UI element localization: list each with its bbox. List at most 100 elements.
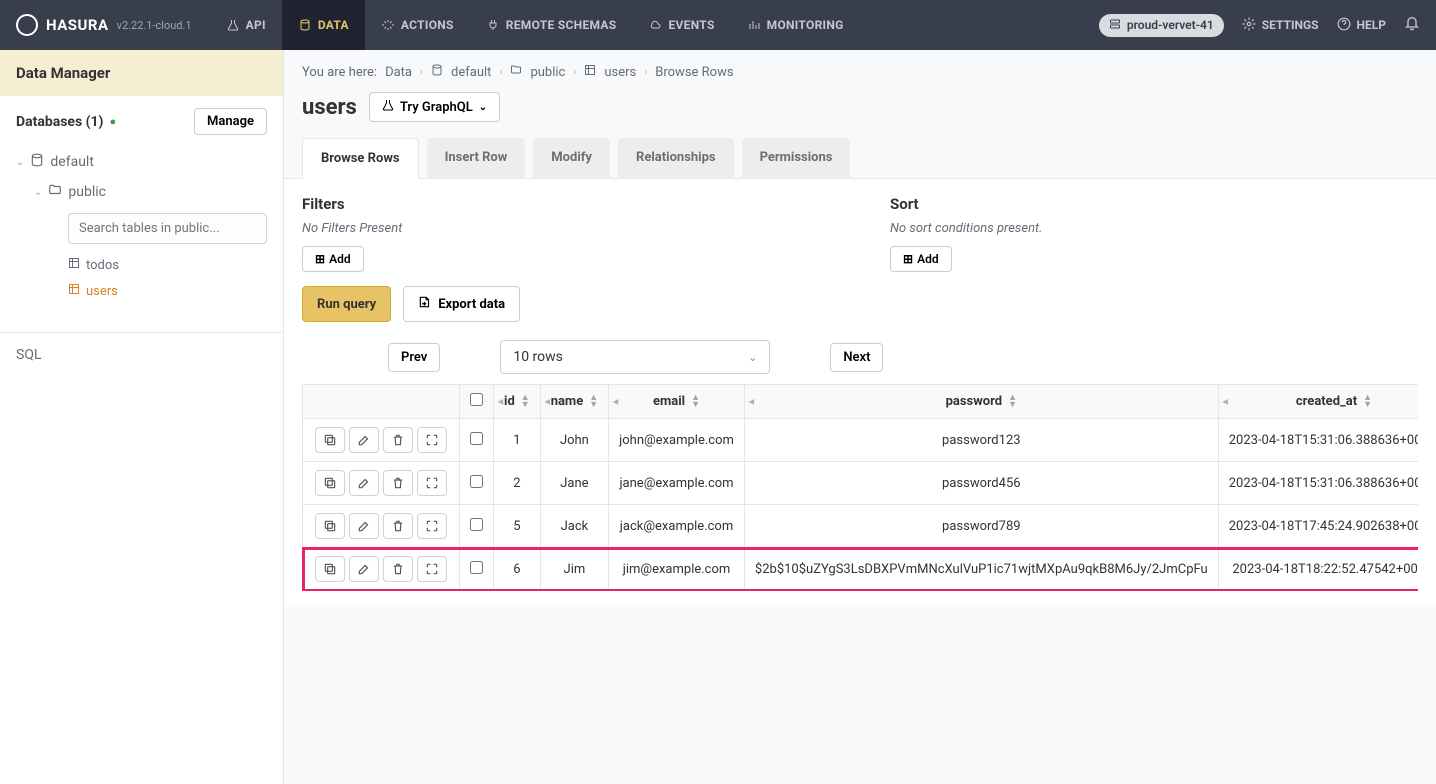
clone-button[interactable] <box>315 556 345 582</box>
content-tabs: Browse Rows Insert Row Modify Relationsh… <box>284 138 1436 179</box>
project-badge[interactable]: proud-vervet-41 <box>1099 14 1224 37</box>
crumb-users[interactable]: users <box>604 65 636 80</box>
data-table: ◂id▲▼ ◂name▲▼ ◂email▲▼ ◂password▲▼ ◂crea… <box>302 384 1418 591</box>
table-icon <box>68 257 80 273</box>
chevron-right-icon: › <box>499 67 502 78</box>
clone-button[interactable] <box>315 470 345 496</box>
nav-api[interactable]: API <box>210 0 282 50</box>
nav-settings[interactable]: SETTINGS <box>1242 17 1319 34</box>
col-password[interactable]: ◂password▲▼ <box>744 385 1218 419</box>
tab-browse-rows[interactable]: Browse Rows <box>302 138 419 179</box>
nav-monitoring[interactable]: MONITORING <box>731 0 860 50</box>
cell-email: jim@example.com <box>609 548 745 591</box>
sparkle-icon <box>381 18 395 32</box>
plug-icon <box>486 18 500 32</box>
nav-remote-schemas[interactable]: REMOTE SCHEMAS <box>470 0 633 50</box>
expand-button[interactable] <box>417 470 447 496</box>
sort-icon[interactable]: ▲▼ <box>691 395 700 408</box>
select-all-checkbox[interactable] <box>470 393 483 406</box>
edit-button[interactable] <box>349 556 379 582</box>
sort-empty: No sort conditions present. <box>890 221 1418 236</box>
chevron-right-icon: › <box>644 67 647 78</box>
tab-modify[interactable]: Modify <box>533 138 610 179</box>
row-checkbox[interactable] <box>470 561 483 574</box>
table-item-todos[interactable]: todos <box>68 252 267 278</box>
trash-button[interactable] <box>383 427 413 453</box>
tree-database-default[interactable]: ⌄ default <box>16 147 267 177</box>
cell-name: John <box>540 419 608 462</box>
trash-button[interactable] <box>383 470 413 496</box>
col-id[interactable]: ◂id▲▼ <box>494 385 541 419</box>
try-graphql-button[interactable]: Try GraphQL ⌄ <box>369 92 500 122</box>
sort-panel: Sort No sort conditions present. ⊞ Add <box>890 195 1418 272</box>
crumb-default[interactable]: default <box>451 65 491 80</box>
tab-permissions[interactable]: Permissions <box>742 138 851 179</box>
crumb-public[interactable]: public <box>530 65 565 80</box>
cell-id: 2 <box>494 462 541 505</box>
drag-icon[interactable]: ◂ <box>613 396 618 407</box>
nav-right: proud-vervet-41 SETTINGS HELP <box>1099 14 1420 37</box>
tab-relationships[interactable]: Relationships <box>618 138 734 179</box>
drag-icon[interactable]: ◂ <box>498 396 503 407</box>
run-query-button[interactable]: Run query <box>302 286 391 322</box>
col-created-at[interactable]: ◂created_at▲▼ <box>1218 385 1418 419</box>
chevron-right-icon: › <box>420 67 423 78</box>
col-name[interactable]: ◂name▲▼ <box>540 385 608 419</box>
rows-per-page-select[interactable]: 10 rows ⌄ <box>500 340 770 374</box>
crumb-browse: Browse Rows <box>655 65 733 80</box>
add-sort-button[interactable]: ⊞ Add <box>890 246 952 272</box>
trash-button[interactable] <box>383 513 413 539</box>
sort-icon[interactable]: ▲▼ <box>1008 395 1017 408</box>
drag-icon[interactable]: ◂ <box>1223 396 1228 407</box>
manage-button[interactable]: Manage <box>194 108 267 135</box>
row-checkbox[interactable] <box>470 432 483 445</box>
edit-button[interactable] <box>349 513 379 539</box>
cell-email: john@example.com <box>609 419 745 462</box>
hasura-icon <box>16 14 38 36</box>
drag-icon[interactable]: ◂ <box>749 396 754 407</box>
cell-email: jane@example.com <box>609 462 745 505</box>
search-tables-input[interactable] <box>68 213 267 244</box>
edit-button[interactable] <box>349 427 379 453</box>
tab-insert-row[interactable]: Insert Row <box>427 138 526 179</box>
crumb-data[interactable]: Data <box>385 65 412 80</box>
tree-schema-public[interactable]: ⌄ public <box>34 177 267 207</box>
cell-password: password123 <box>744 419 1218 462</box>
cloud-icon <box>648 18 662 32</box>
plus-icon: ⊞ <box>903 252 913 266</box>
clone-button[interactable] <box>315 427 345 453</box>
nav-data[interactable]: DATA <box>282 0 365 50</box>
trash-button[interactable] <box>383 556 413 582</box>
bell-icon[interactable] <box>1404 15 1420 35</box>
table-item-users[interactable]: users <box>68 278 267 304</box>
add-filter-button[interactable]: ⊞ Add <box>302 246 364 272</box>
content: You are here: Data › default › public › … <box>284 50 1436 784</box>
nav-events[interactable]: EVENTS <box>632 0 730 50</box>
expand-button[interactable] <box>417 427 447 453</box>
breadcrumb: You are here: Data › default › public › … <box>284 50 1436 80</box>
edit-button[interactable] <box>349 470 379 496</box>
prev-button[interactable]: Prev <box>388 343 440 372</box>
clone-button[interactable] <box>315 513 345 539</box>
drag-icon[interactable]: ◂ <box>545 396 550 407</box>
nav-actions[interactable]: ACTIONS <box>365 0 470 50</box>
cell-password: $2b$10$uZYgS3LsDBXPVmMNcXulVuP1ic71wjtMX… <box>744 548 1218 591</box>
brand-logo[interactable]: HASURA <box>16 14 109 36</box>
col-email[interactable]: ◂email▲▼ <box>609 385 745 419</box>
row-checkbox[interactable] <box>470 518 483 531</box>
sort-icon[interactable]: ▲▼ <box>589 395 598 408</box>
flask-icon <box>382 99 394 115</box>
sql-link[interactable]: SQL <box>0 332 283 377</box>
export-data-button[interactable]: Export data <box>403 286 520 322</box>
next-button[interactable]: Next <box>830 343 883 372</box>
cell-password: password456 <box>744 462 1218 505</box>
row-checkbox[interactable] <box>470 475 483 488</box>
sidebar-header: Data Manager <box>0 50 283 96</box>
filters-title: Filters <box>302 195 830 213</box>
nav-help[interactable]: HELP <box>1337 17 1386 34</box>
sort-icon[interactable]: ▲▼ <box>1363 395 1372 408</box>
expand-button[interactable] <box>417 513 447 539</box>
sort-icon[interactable]: ▲▼ <box>521 395 530 408</box>
expand-button[interactable] <box>417 556 447 582</box>
cell-name: Jane <box>540 462 608 505</box>
